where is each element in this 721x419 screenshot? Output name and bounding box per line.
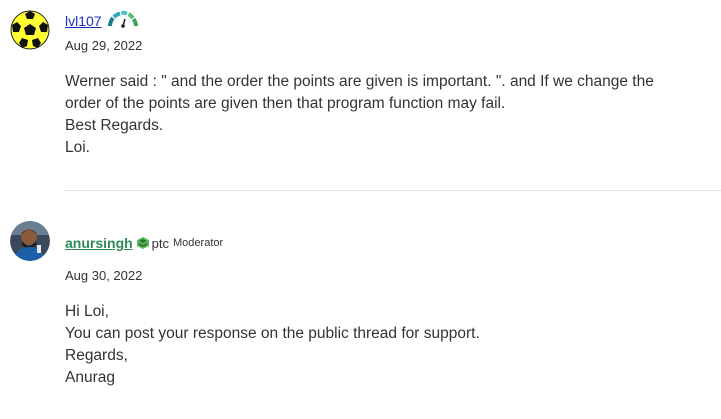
author-line: lvl107 xyxy=(65,10,139,32)
author-line: anursingh ptc Moderator xyxy=(65,232,223,254)
post-body-line: You can post your response on the public… xyxy=(65,325,480,342)
post-body: Werner said : " and the order the points… xyxy=(65,71,715,159)
post-body-line: order of the points are given then that … xyxy=(65,95,506,112)
post-divider xyxy=(65,190,721,191)
message-thread: lvl107 Aug 29, 2022 Werner said : " and … xyxy=(0,0,721,419)
post-body-line: Hi Loi, xyxy=(65,303,109,320)
post-body-line: Loi. xyxy=(65,139,90,156)
soccer-ball-icon[interactable] xyxy=(10,10,50,50)
role-badge: Moderator xyxy=(173,237,224,249)
ptc-logo-icon: ptc xyxy=(136,236,169,251)
gauge-rank-icon xyxy=(107,10,139,33)
post-body: Hi Loi, You can post your response on th… xyxy=(65,301,715,389)
post-date: Aug 29, 2022 xyxy=(65,38,143,53)
post-body-line: Werner said : " and the order the points… xyxy=(65,73,654,90)
user-photo-icon[interactable] xyxy=(10,221,50,261)
author-name-link[interactable]: lvl107 xyxy=(65,13,102,29)
brand-label: ptc xyxy=(151,235,170,251)
post-date: Aug 30, 2022 xyxy=(65,268,143,283)
post-body-line: Anurag xyxy=(65,369,115,386)
post-body-line: Best Regards. xyxy=(65,117,164,134)
post-body-line: Regards, xyxy=(65,347,128,364)
author-name-link[interactable]: anursingh xyxy=(65,235,133,251)
